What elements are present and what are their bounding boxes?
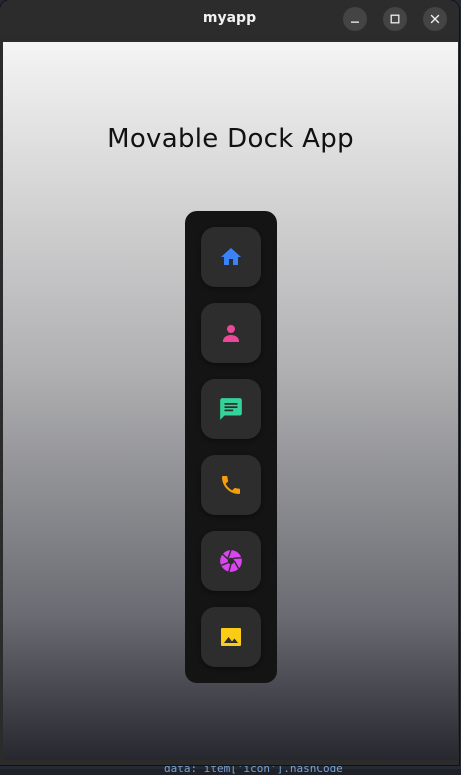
movable-dock[interactable]	[185, 211, 277, 683]
dock-item-gallery[interactable]	[201, 607, 261, 667]
close-icon	[430, 14, 440, 24]
phone-icon	[222, 476, 240, 494]
camera-aperture-icon	[220, 549, 242, 573]
minimize-icon	[351, 21, 359, 23]
app-window: myapp Movable Dock App	[0, 0, 459, 765]
maximize-icon	[390, 14, 400, 24]
title-bar[interactable]: myapp	[0, 0, 459, 37]
app-content: Movable Dock App	[3, 42, 458, 760]
person-icon	[223, 325, 239, 342]
page-title: Movable Dock App	[107, 124, 354, 154]
dock-item-contacts[interactable]	[201, 303, 261, 363]
image-icon	[221, 628, 241, 646]
dock-item-messages[interactable]	[201, 379, 261, 439]
dock-item-home[interactable]	[201, 227, 261, 287]
dock-item-phone[interactable]	[201, 455, 261, 515]
dock-item-camera[interactable]	[201, 531, 261, 591]
close-button[interactable]	[423, 7, 447, 31]
home-icon	[221, 248, 241, 265]
maximize-button[interactable]	[383, 7, 407, 31]
message-icon	[220, 398, 242, 420]
minimize-button[interactable]	[343, 7, 367, 31]
